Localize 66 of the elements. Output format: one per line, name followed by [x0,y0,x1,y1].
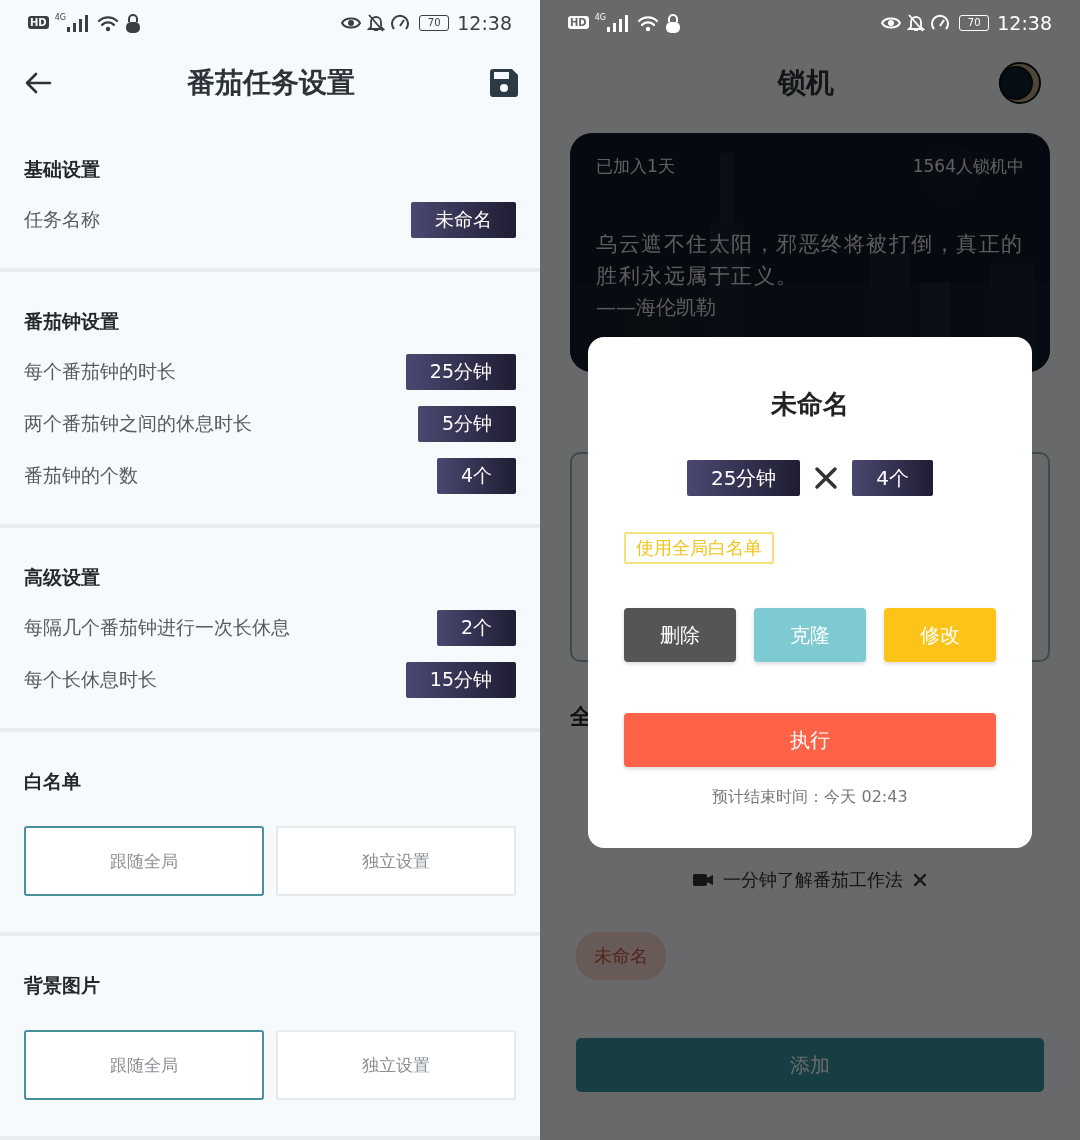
value-chip[interactable]: 15分钟 [405,662,516,698]
multiply-icon [814,466,839,490]
option-button[interactable]: 跟随全局 [24,1030,264,1100]
network-label: 4G [54,13,66,22]
battery-icon: 70 [959,14,990,31]
hd-indicator: HD [28,16,49,29]
video-hint-link[interactable]: 一分钟了解番茄工作法 [723,868,903,892]
setting-label: 任务名称 [24,207,100,232]
duration-chip: 25分钟 [686,460,801,496]
close-button[interactable] [913,873,927,887]
speedometer-icon [391,13,410,32]
online-count: 1564人锁机中 [912,155,1024,178]
count-chip: 4个 [852,460,934,496]
signal-icon [606,13,631,32]
page-title: 锁机 [778,64,834,101]
lock-icon [124,12,141,33]
joined-days: 已加入1天 [596,155,675,178]
setting-label: 每个番茄钟的时长 [24,359,176,384]
back-button[interactable] [24,70,52,95]
value-chip[interactable]: 2个 [436,610,516,646]
hd-indicator: HD [568,16,589,29]
section-title: 基础设置 [24,157,101,182]
bell-off-icon [367,13,386,32]
moon-icon [998,60,1042,105]
quote-text: 乌云遮不住太阳，邪恶终将被打倒，真正的胜利永远属于正义。 [596,231,1024,290]
save-button[interactable] [490,68,518,97]
value-chip[interactable]: 5分钟 [417,406,516,442]
section-title: 高级设置 [24,565,101,590]
status-time: 12:38 [457,11,512,34]
wifi-icon [96,13,119,32]
delete-button[interactable]: 删除 [624,608,736,662]
save-icon [490,68,518,97]
section-title: 背景图片 [24,973,101,998]
setting-label: 每隔几个番茄钟进行一次长休息 [24,615,290,640]
run-button[interactable]: 执行 [624,713,996,767]
signal-icon [66,13,91,32]
task-tag[interactable]: 未命名 [576,932,666,980]
close-icon [913,873,927,887]
battery-icon: 70 [419,14,450,31]
lock-icon [664,12,681,33]
dialog-title: 未命名 [771,388,849,421]
whitelist-tag: 使用全局白名单 [624,532,774,564]
bell-off-icon [907,13,926,32]
clone-button[interactable]: 克隆 [754,608,866,662]
setting-label: 番茄钟的个数 [24,463,138,488]
setting-label: 每个长休息时长 [24,667,157,692]
theme-button[interactable] [998,60,1042,105]
option-button[interactable]: 独立设置 [276,826,516,896]
status-time: 12:38 [997,11,1052,34]
section-title: 番茄钟设置 [24,309,120,334]
quote-author: ——海伦凯勒 [596,294,717,321]
estimated-end-time: 预计结束时间：今天 02:43 [712,787,908,808]
value-chip[interactable]: 未命名 [411,202,516,238]
back-arrow-icon [24,70,52,95]
add-button[interactable]: 添加 [576,1038,1044,1092]
network-label: 4G [594,13,606,22]
value-chip[interactable]: 4个 [436,458,516,494]
page-title: 番茄任务设置 [187,64,355,101]
setting-label: 两个番茄钟之间的休息时长 [24,411,252,436]
option-button[interactable]: 跟随全局 [24,826,264,896]
video-icon [693,872,713,888]
value-chip[interactable]: 25分钟 [405,354,516,390]
section-title: 白名单 [24,769,82,794]
wifi-icon [636,13,659,32]
speedometer-icon [931,13,950,32]
option-button[interactable]: 独立设置 [276,1030,516,1100]
